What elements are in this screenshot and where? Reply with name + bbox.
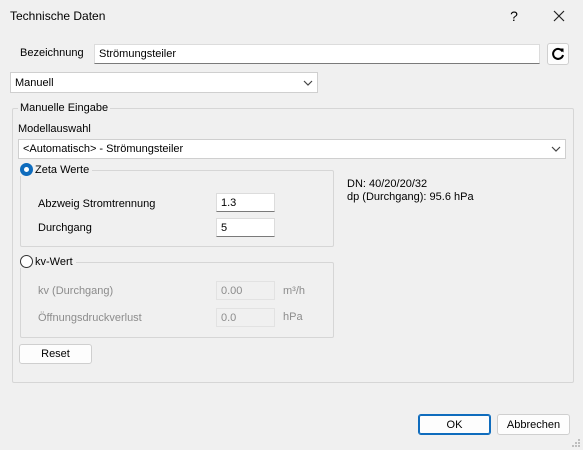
kv-radio-option[interactable]: kv-Wert <box>18 255 76 268</box>
ok-button[interactable]: OK <box>418 414 491 435</box>
kv-radio[interactable] <box>20 255 33 268</box>
mode-select-value: Manuell <box>15 76 54 89</box>
bezeichnung-label: Bezeichnung <box>20 47 84 59</box>
reset-button[interactable]: Reset <box>19 344 92 364</box>
help-icon: ? <box>510 8 518 24</box>
bezeichnung-input[interactable]: Strömungsteiler <box>94 44 540 64</box>
chevron-down-icon <box>303 80 313 86</box>
refresh-button[interactable] <box>547 43 569 65</box>
bezeichnung-value: Strömungsteiler <box>99 48 177 60</box>
chevron-down-icon <box>551 146 561 152</box>
dn-info: DN: 40/20/20/32 <box>347 178 428 190</box>
oeffnungsdruck-unit: hPa <box>283 311 303 323</box>
abzweig-label: Abzweig Stromtrennung <box>38 198 156 210</box>
close-button[interactable] <box>544 4 574 28</box>
window-title: Technische Daten <box>10 9 106 23</box>
model-label: Modellauswahl <box>18 123 91 135</box>
cancel-button[interactable]: Abbrechen <box>497 414 570 435</box>
manual-input-legend: Manuelle Eingabe <box>18 102 111 114</box>
abzweig-value: 1.3 <box>221 196 237 209</box>
reset-button-label: Reset <box>41 348 70 360</box>
mode-select[interactable]: Manuell <box>10 72 318 93</box>
kv-durchgang-unit: m³/h <box>283 285 305 297</box>
model-select[interactable]: <Automatisch> - Strömungsteiler <box>18 139 566 159</box>
oeffnungsdruck-input[interactable]: 0.0 <box>216 308 275 327</box>
kv-durchgang-value: 0.00 <box>221 284 243 297</box>
zeta-radio[interactable] <box>20 163 33 176</box>
resize-grip-icon[interactable] <box>570 437 581 448</box>
oeffnungsdruck-label: Öffnungsdruckverlust <box>38 312 142 324</box>
help-button[interactable]: ? <box>499 4 529 28</box>
zeta-radio-option[interactable]: Zeta Werte <box>18 163 93 176</box>
kv-durchgang-input[interactable]: 0.00 <box>216 281 275 300</box>
abzweig-input[interactable]: 1.3 <box>216 193 275 212</box>
cancel-button-label: Abbrechen <box>506 418 561 431</box>
kv-radio-label: kv-Wert <box>35 255 73 268</box>
refresh-icon <box>552 47 564 60</box>
close-icon <box>553 10 565 22</box>
zeta-radio-label: Zeta Werte <box>35 163 90 176</box>
kv-group <box>20 262 334 338</box>
kv-durchgang-label: kv (Durchgang) <box>38 285 114 297</box>
dp-info: dp (Durchgang): 95.6 hPa <box>347 191 474 203</box>
durchgang-input[interactable]: 5 <box>216 218 275 237</box>
model-select-value: <Automatisch> - Strömungsteiler <box>23 143 184 155</box>
durchgang-value: 5 <box>221 221 228 234</box>
oeffnungsdruck-value: 0.0 <box>221 311 237 324</box>
durchgang-label: Durchgang <box>38 222 92 234</box>
ok-button-label: OK <box>446 418 463 431</box>
